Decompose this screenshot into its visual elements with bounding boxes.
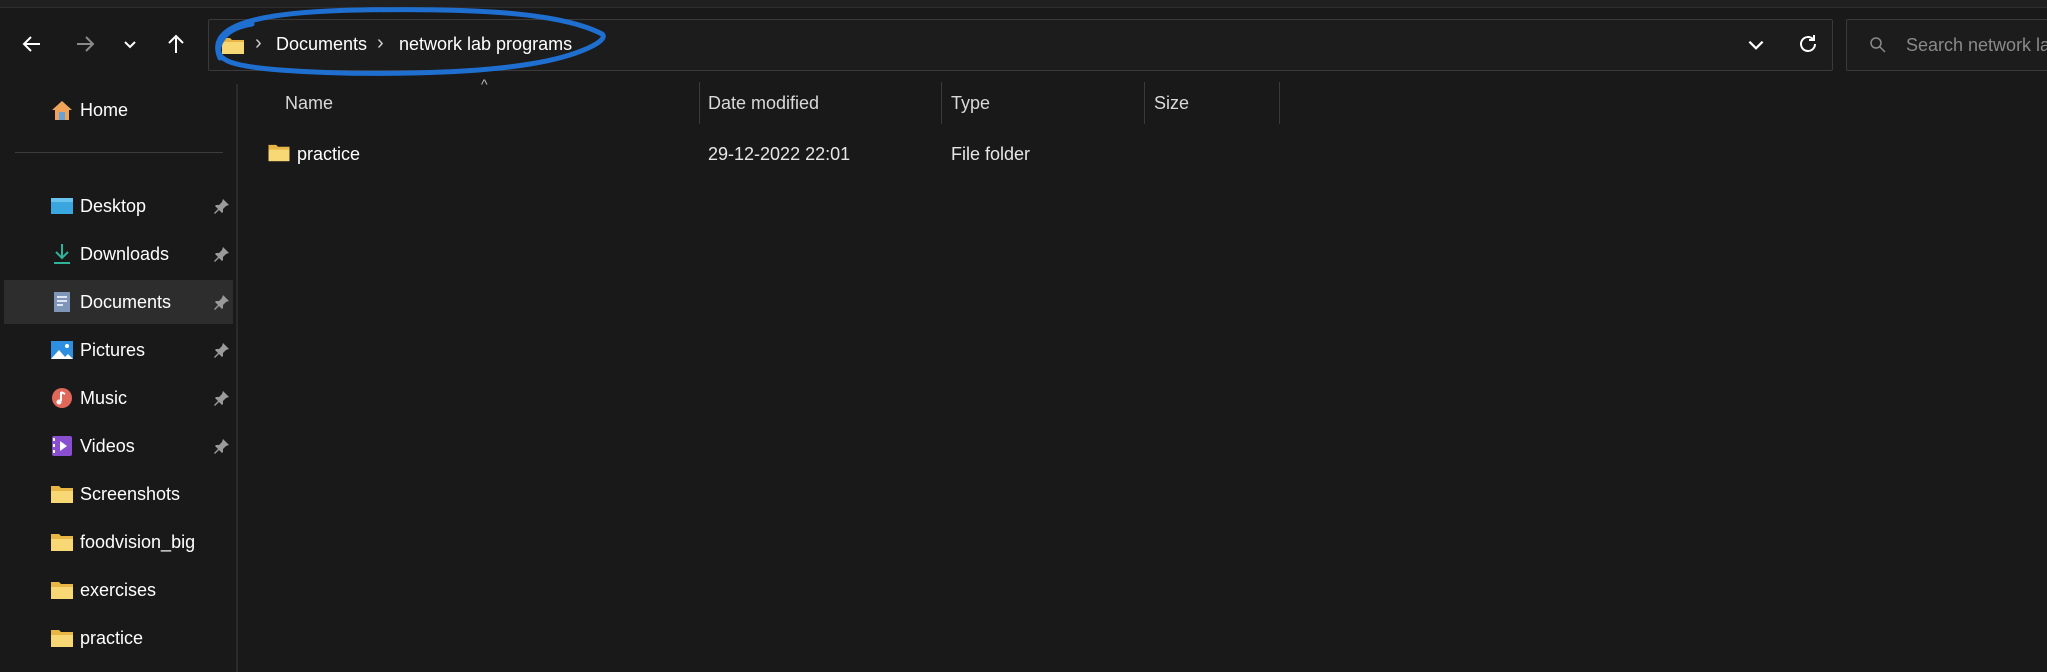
arrow-left-icon (22, 36, 40, 52)
pin-icon[interactable] (213, 197, 231, 215)
folder-icon (268, 144, 290, 162)
recent-locations-button[interactable] (112, 26, 148, 62)
sidebar-item-label: Music (80, 388, 128, 408)
folder-icon (51, 486, 73, 503)
home-icon (52, 101, 72, 120)
file-name: practice (297, 144, 361, 164)
column-divider[interactable] (699, 82, 700, 124)
annotation-circle (215, 7, 606, 76)
sidebar-item-documents[interactable]: Documents (4, 280, 233, 324)
videos-icon (52, 436, 72, 456)
arrow-up-icon (168, 34, 184, 53)
search-box[interactable]: Search network lab programs (1846, 19, 2047, 71)
arrow-right-icon (77, 36, 95, 52)
column-header-size[interactable]: Size (1154, 93, 1189, 114)
sort-indicator: ^ (481, 76, 488, 92)
desktop-icon (51, 198, 73, 214)
history-dropdown-icon[interactable] (1745, 34, 1767, 56)
sidebar-item-pictures[interactable]: Pictures (4, 328, 233, 372)
documents-icon (54, 292, 70, 312)
sidebar-item-label: Screenshots (80, 484, 181, 504)
column-divider[interactable] (1144, 82, 1145, 124)
up-button[interactable] (158, 26, 194, 62)
sidebar-item-label: foodvision_big (80, 532, 196, 552)
file-type: File folder (951, 144, 1031, 164)
sidebar-item-music[interactable]: Music (4, 376, 233, 420)
file-date-modified: 29-12-2022 22:01 (708, 144, 851, 164)
refresh-icon[interactable] (1796, 32, 1820, 56)
sidebar-item-exercises[interactable]: exercises (4, 568, 233, 612)
sidebar-item-label: exercises (80, 580, 157, 600)
pin-icon[interactable] (213, 389, 231, 407)
sidebar-item-home[interactable]: Home (4, 88, 233, 132)
sidebar-item-label: Downloads (80, 244, 170, 264)
chevron-down-icon (124, 41, 136, 49)
column-divider[interactable] (941, 82, 942, 124)
column-divider[interactable] (1279, 82, 1280, 124)
music-icon (52, 388, 72, 408)
sidebar-item-label: Pictures (80, 340, 146, 360)
sidebar-item-screenshots[interactable]: Screenshots (4, 472, 233, 516)
folder-icon (51, 582, 73, 599)
folder-icon (51, 630, 73, 647)
sidebar-item-desktop[interactable]: Desktop (4, 184, 233, 228)
sidebar-item-downloads[interactable]: Downloads (4, 232, 233, 276)
pin-icon[interactable] (213, 341, 231, 359)
pin-icon[interactable] (213, 437, 231, 455)
sidebar-divider (15, 152, 223, 153)
sidebar-item-practice[interactable]: practice (4, 616, 233, 660)
column-header-name[interactable]: Name (285, 93, 333, 114)
pictures-icon (51, 341, 73, 359)
sidebar-item-foodvision-big[interactable]: foodvision_big (4, 520, 233, 564)
back-button[interactable] (14, 26, 50, 62)
column-header-date-modified[interactable]: Date modified (708, 93, 819, 114)
sidebar-item-label: practice (80, 628, 144, 648)
file-row[interactable]: practice 29-12-2022 22:01 File folder (262, 134, 1262, 174)
forward-button[interactable] (67, 26, 103, 62)
sidebar-item-label: Desktop (80, 196, 147, 216)
navigation-pane: Home Desktop Downloads Documents Picture… (0, 84, 238, 672)
column-header-type[interactable]: Type (951, 93, 990, 114)
sidebar-item-label: Documents (80, 292, 172, 312)
sidebar-item-label: Videos (80, 436, 135, 456)
sidebar-item-videos[interactable]: Videos (4, 424, 233, 468)
pin-icon[interactable] (213, 245, 231, 263)
search-input[interactable]: Search network lab programs (1906, 35, 2047, 56)
search-icon (1870, 37, 1886, 53)
downloads-icon (54, 244, 70, 264)
pin-icon[interactable] (213, 293, 231, 311)
folder-icon (51, 534, 73, 551)
sidebar-item-label: Home (80, 100, 129, 120)
